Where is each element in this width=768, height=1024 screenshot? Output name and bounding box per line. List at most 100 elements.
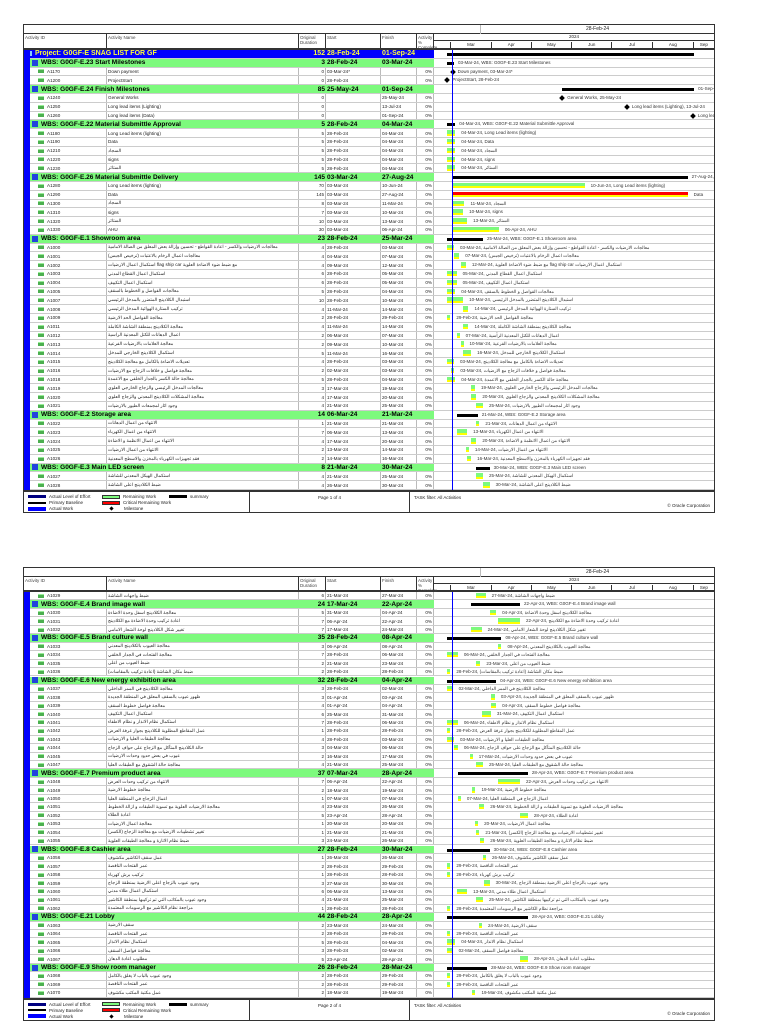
activity-bar[interactable] — [447, 139, 456, 145]
table-row[interactable]: A1069 عمر الفتحات الناقصة 2 28-Feb-24 29-Feb… — [24, 980, 714, 990]
wbs-row[interactable]: WBS: G0GF-E.8 Cashier area 27 28-Feb-24 30-… — [24, 845, 714, 854]
table-row[interactable]: A1050 اعمال الزجاج في المنطقة العليا 1 07-M… — [24, 794, 714, 804]
table-row[interactable]: A1012 اعمال الدهانات للكتل المعدنية الرأس… — [24, 331, 714, 341]
activity-bar[interactable] — [447, 376, 456, 383]
summary-bar[interactable] — [447, 637, 502, 641]
wbs-row[interactable]: WBS: G0GF-E.6 New energy exhibition area… — [24, 676, 714, 685]
summary-bar[interactable] — [452, 176, 688, 180]
table-row[interactable]: A1026 فقد تجهيزات الكهرباء بالمخزن والاسط… — [24, 454, 714, 464]
activity-bar[interactable] — [456, 429, 468, 435]
table-row[interactable]: A1005 معالجات الفواصل و الخطوط بالسقف 5 28-… — [24, 287, 714, 297]
wbs-row[interactable]: WBS: G0GF-E.2 Storage area 14 06-Mar-24 21-… — [24, 410, 714, 420]
table-row[interactable]: A1003 استكمال اعمال القطاع المدني 6 28-Feb-… — [24, 270, 714, 279]
activity-bar[interactable] — [465, 447, 469, 453]
table-row[interactable]: A1310 signs 7 03-Mar-24 10-Mar-24 0% 10-Mar-24… — [24, 208, 714, 218]
table-row[interactable]: A1230 الستائر 5 28-Feb-24 04-Mar-24 0% 04-Mar-… — [24, 164, 714, 174]
activity-bar[interactable] — [460, 341, 464, 347]
activity-bar[interactable] — [447, 871, 451, 878]
activity-bar[interactable] — [471, 385, 476, 391]
table-row[interactable]: A1054 تغيير تشطيبات الارضيات مع معالجة ال… — [24, 828, 714, 838]
activity-bar[interactable] — [447, 973, 451, 979]
table-row[interactable]: A1055 ضبط نظام الانارة و معالجة الطبقات ا… — [24, 837, 714, 846]
summary-bar[interactable] — [456, 413, 478, 417]
activity-bar[interactable] — [476, 897, 483, 903]
activity-bar[interactable] — [472, 990, 476, 996]
activity-bar[interactable] — [476, 593, 486, 599]
table-row[interactable]: A1061 وجود عيوب بالمكاتب التي تم تركيبها … — [24, 896, 714, 905]
table-row[interactable]: A1043 معالجة الطبقات العليا و الارضيات 4 28… — [24, 735, 714, 745]
column-header-id[interactable]: Activity ID — [24, 577, 107, 590]
summary-bar[interactable] — [447, 53, 695, 56]
table-row[interactable]: A1066 معالجة فواصل السقف 3 28-Feb-24 02-Mar-… — [24, 946, 714, 956]
activity-bar[interactable] — [447, 905, 451, 911]
activity-bar[interactable] — [519, 956, 528, 962]
wbs-row[interactable]: WBS: G0GF-E.4 Brand image wall 24 17-Mar-2… — [24, 600, 714, 609]
activity-bar[interactable] — [447, 288, 456, 295]
activity-bar[interactable] — [484, 880, 490, 886]
activity-bar[interactable] — [467, 455, 472, 462]
activity-bar[interactable] — [447, 863, 451, 869]
table-row[interactable]: A1027 استكمال الهيكل المعدني للشاشة 4 21-Ma… — [24, 472, 714, 482]
summary-bar[interactable] — [447, 123, 456, 127]
summary-bar[interactable] — [476, 466, 490, 470]
table-row[interactable]: A1067 مطلوب اعادة الدهان 5 23-Apr-24 28-Apr-… — [24, 955, 714, 964]
summary-bar[interactable] — [447, 916, 528, 920]
activity-bar[interactable] — [471, 626, 482, 632]
activity-bar[interactable] — [447, 981, 451, 987]
table-row[interactable]: A1030 معالجة الكلادينج اسفل وحدة الاضاءة 5… — [24, 608, 714, 618]
wbs-row[interactable]: WBS: G0GF-E.26 Material Submittle Delive… — [24, 173, 714, 182]
table-row[interactable]: A1035 ضبط العيوب من اعلى 2 21-Mar-24 23-Mar-… — [24, 659, 714, 669]
column-header-pct[interactable]: Activity % Complete — [417, 577, 437, 593]
table-row[interactable]: A1170 Down payment 0 03-Mar-24* 0% Down payme… — [24, 67, 714, 77]
activity-bar[interactable] — [483, 482, 490, 488]
table-row[interactable]: A1007 استبدال الكلادينج المتضرر بالمدخل ا… — [24, 296, 714, 306]
activity-bar[interactable] — [476, 660, 481, 666]
table-row[interactable]: A1041 استكمال نظام الانذار و نظام الاطفاء… — [24, 718, 714, 728]
table-row[interactable]: A1042 عمل المقاطع المطلوبة للكلادينج بجوا… — [24, 727, 714, 736]
milestone-icon[interactable] — [624, 103, 630, 110]
table-row[interactable]: A1320 الستائر 10 03-Mar-24 13-Mar-24 0% 13-Mar… — [24, 217, 714, 226]
column-header-id[interactable]: Activity ID — [24, 34, 107, 48]
table-row[interactable]: A1048 الانتهاء من تركيب وحدات العرض 7 06-Ap… — [24, 777, 714, 787]
activity-bar[interactable] — [463, 350, 472, 356]
activity-bar[interactable] — [497, 643, 502, 649]
table-row[interactable]: A1220 signs 5 28-Feb-24 04-Mar-24 0% 04-Mar-24… — [24, 155, 714, 165]
table-row[interactable]: A1016 معالجة فواصل و خلافات الزجاج مع الا… — [24, 366, 714, 376]
activity-bar[interactable] — [476, 762, 483, 768]
table-row[interactable]: A1063 سقف الارضية 2 23-Mar-24 24-Mar-24 0% 24-… — [24, 921, 714, 930]
table-row[interactable]: A1051 معالجة الارضيات العلوية مع تسوية ال… — [24, 803, 714, 812]
activity-bar[interactable] — [471, 394, 477, 400]
table-row[interactable]: A1039 معالجة فواصل خطوط السقف 4 01-Apr-24 04… — [24, 701, 714, 711]
activity-bar[interactable] — [456, 888, 468, 894]
table-row[interactable]: A1190 Data 5 28-Feb-24 04-Mar-24 0% 04-Mar-24,… — [24, 138, 714, 147]
table-row[interactable]: A1065 استكمال نظام الانذار 5 28-Feb-24 04-Ma… — [24, 938, 714, 947]
activity-bar[interactable] — [483, 854, 486, 861]
table-row[interactable]: A1280 Long Lead items (lighting) 70 03-Mar-… — [24, 182, 714, 191]
column-header-pct[interactable]: Activity % Complete — [417, 34, 437, 50]
table-row[interactable]: A1025 الانتهاء من اعمال الارضيات 2 13-Mar-2… — [24, 446, 714, 455]
critical-bar[interactable] — [452, 191, 688, 198]
project-row[interactable]: Project: G0GF-E SNAG LIST FOR GF 152 28-Fe… — [24, 50, 714, 59]
table-row[interactable]: A1002 مع ضبط ضوء الاضاءة العلوية flag shi… — [24, 261, 714, 270]
wbs-row[interactable]: WBS: G0GF-E.7 Premium product area 37 07-M… — [24, 769, 714, 778]
activity-bar[interactable] — [490, 702, 497, 709]
table-row[interactable]: A1180 Long Lead items (lighting) 5 28-Feb-2… — [24, 129, 714, 138]
table-row[interactable]: A1000 معالجات الارضيات والكسر - اعادة الق… — [24, 243, 714, 253]
column-header-start[interactable]: Start — [326, 34, 381, 48]
table-row[interactable]: A1059 وجود عيوب بالزجاج اعلى الارضية بمنط… — [24, 879, 714, 888]
activity-bar[interactable] — [453, 745, 458, 751]
activity-bar[interactable] — [447, 669, 451, 675]
wbs-row[interactable]: WBS: G0GF-E.5 Brand culture wall 35 28-Feb… — [24, 634, 714, 643]
table-row[interactable]: A1033 معالجة العيوب بالكلادينج المعدني 3 06… — [24, 642, 714, 652]
activity-bar[interactable] — [447, 939, 456, 945]
activity-bar[interactable] — [463, 306, 469, 312]
activity-bar[interactable] — [480, 838, 485, 844]
activity-bar[interactable] — [456, 332, 460, 339]
table-row[interactable]: A1053 معالجة اعمال الارضيات 1 20-Mar-24 20-M… — [24, 820, 714, 829]
summary-bar[interactable] — [457, 772, 528, 776]
table-row[interactable]: A1014 استكمال الكلادينج الخارجي للمدخل 5 11… — [24, 349, 714, 358]
table-row[interactable]: A1057 عمر الفتحات الناقصة 2 28-Feb-24 29-Feb… — [24, 862, 714, 871]
summary-bar[interactable] — [447, 848, 490, 852]
wbs-row[interactable]: WBS: G0GF-E.23 Start Milestones 3 28-Feb-2… — [24, 58, 714, 68]
table-row[interactable]: A1034 معالجة الفتحات في الجدار الخلفي 7 28-… — [24, 651, 714, 660]
